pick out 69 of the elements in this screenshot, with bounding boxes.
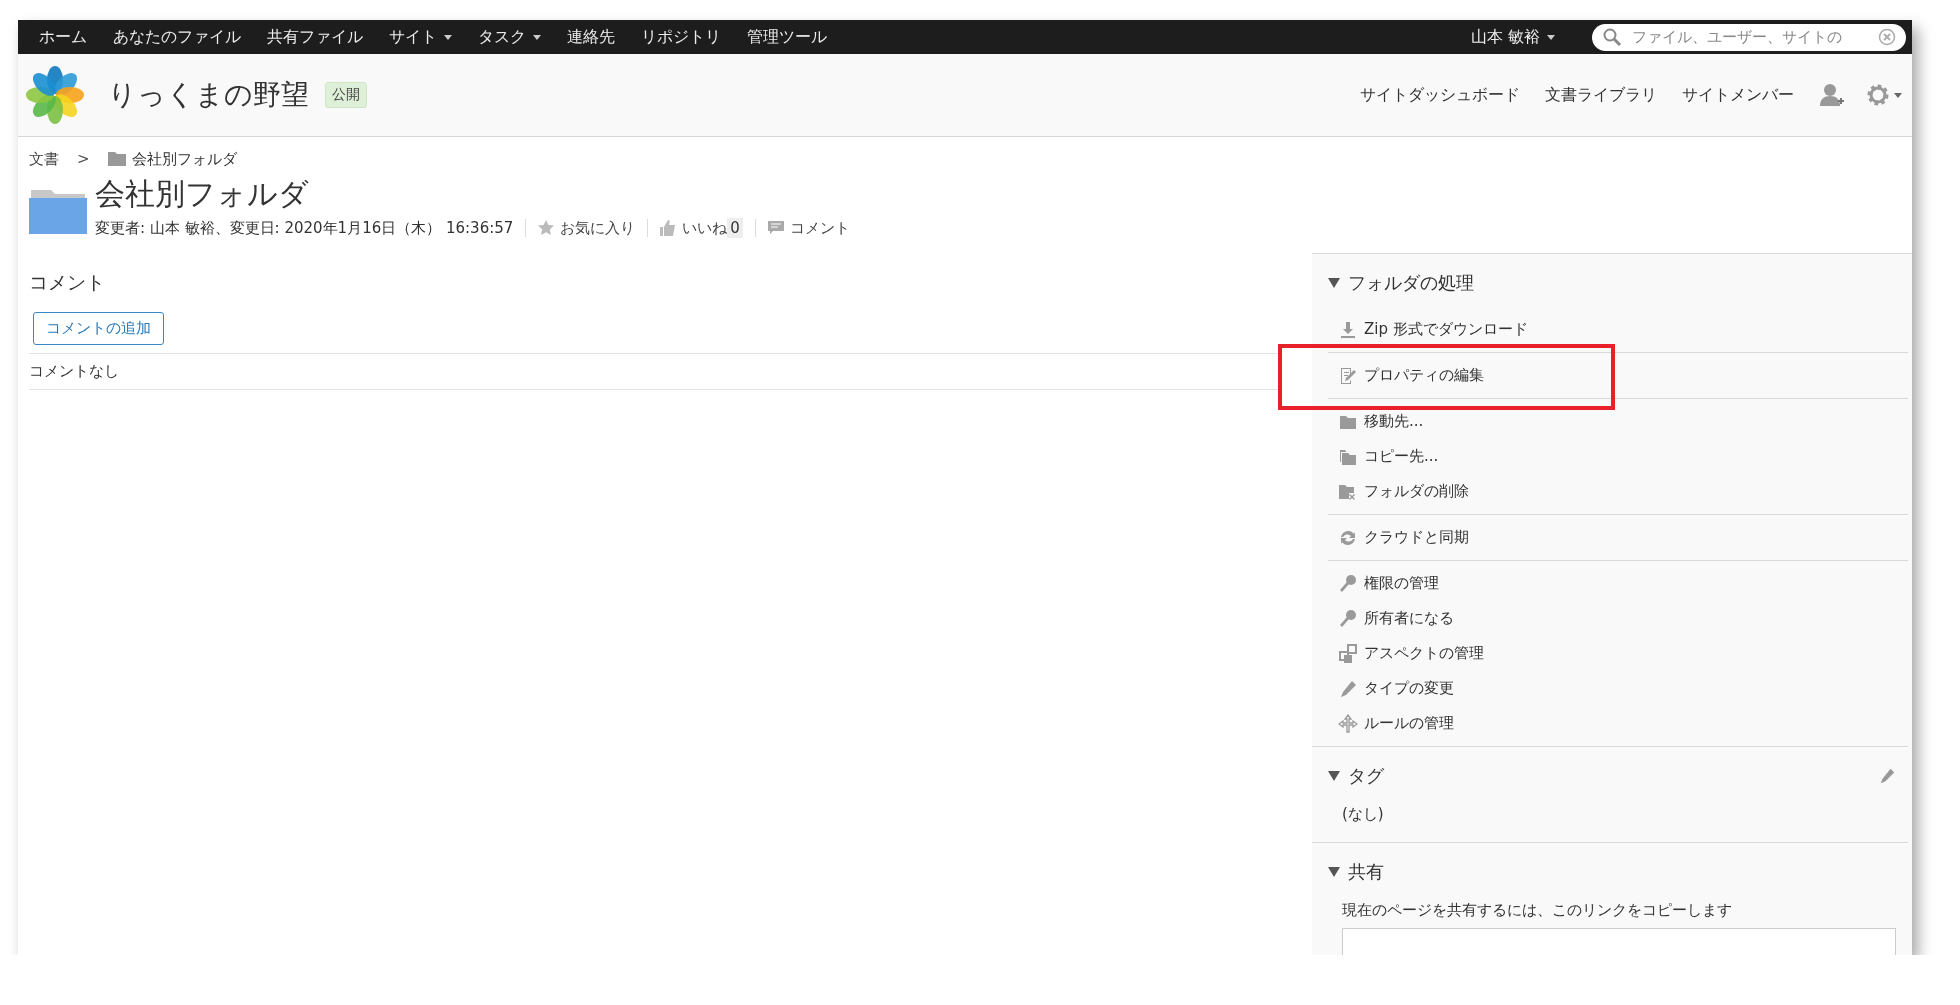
- action-link[interactable]: タイプの変更: [1328, 671, 1908, 706]
- aspects-icon: [1338, 643, 1358, 664]
- action-link[interactable]: プロパティの編集: [1328, 358, 1908, 393]
- edit-icon: [1338, 365, 1358, 386]
- caret-icon: [1894, 92, 1902, 98]
- action-link[interactable]: 権限の管理: [1328, 566, 1908, 601]
- add-comment-button[interactable]: コメントの追加: [33, 312, 164, 345]
- action-link[interactable]: 移動先...: [1328, 404, 1908, 439]
- comment-link[interactable]: コメント: [767, 218, 850, 238]
- nav-link[interactable]: 管理ツール: [734, 20, 840, 54]
- nav-link[interactable]: 共有ファイル: [254, 20, 376, 54]
- search-icon: [1602, 27, 1622, 47]
- add-user-icon[interactable]: [1819, 82, 1845, 108]
- breadcrumb-current: 会社別フォルダ: [131, 149, 237, 169]
- action-link[interactable]: ルールの管理: [1328, 706, 1908, 741]
- site-nav-link[interactable]: サイトダッシュボード: [1360, 84, 1520, 106]
- site-nav-link[interactable]: 文書ライブラリ: [1545, 84, 1657, 106]
- action-link[interactable]: クラウドと同期: [1328, 520, 1908, 555]
- search-field[interactable]: ファイル、ユーザー、サイトの: [1592, 23, 1906, 51]
- key-icon: [1338, 608, 1358, 629]
- section-header[interactable]: 共有: [1328, 843, 1908, 901]
- star-icon: [538, 220, 555, 236]
- modified-info: 変更者: 山本 敏裕、変更日: 2020年1月16日（木） 16:36:57: [95, 218, 514, 238]
- expand-triangle-icon: [1328, 867, 1340, 877]
- share-instructions: 現在のページを共有するには、このリンクをコピーします: [1342, 901, 1732, 919]
- tags-value: (なし): [1342, 805, 1384, 823]
- pencil-icon: [1338, 678, 1358, 699]
- rules-icon: [1338, 713, 1358, 734]
- caret-icon: [444, 34, 452, 40]
- site-title: りっくまの野望: [108, 77, 309, 113]
- expand-triangle-icon: [1328, 771, 1340, 781]
- settings-icon: [1865, 82, 1891, 108]
- nav-link[interactable]: リポジトリ: [628, 20, 734, 54]
- key-icon: [1338, 573, 1358, 594]
- download-icon: [1338, 319, 1358, 340]
- clear-icon[interactable]: [1878, 28, 1896, 46]
- nav-link[interactable]: ホーム: [26, 20, 100, 54]
- breadcrumb-link[interactable]: 文書: [29, 149, 59, 169]
- expand-triangle-icon: [1328, 278, 1340, 288]
- breadcrumb-separator: >: [77, 150, 90, 168]
- nav-link[interactable]: サイト: [376, 20, 465, 54]
- comment-icon: [767, 221, 784, 235]
- like-count: 0: [727, 218, 743, 238]
- action-link[interactable]: Zip 形式でダウンロード: [1328, 312, 1908, 347]
- no-comments-text: コメントなし: [29, 362, 119, 380]
- action-link[interactable]: アスペクトの管理: [1328, 636, 1908, 671]
- action-link[interactable]: コピー先...: [1328, 439, 1908, 474]
- like-link[interactable]: いいね: [660, 218, 728, 238]
- caret-icon: [1547, 34, 1555, 40]
- action-link[interactable]: 所有者になる: [1328, 601, 1908, 636]
- user-menu[interactable]: 山本 敏裕: [1457, 20, 1568, 54]
- comments-heading: コメント: [29, 270, 106, 295]
- site-nav-link[interactable]: サイトメンバー: [1682, 84, 1794, 106]
- folder-icon: [107, 152, 126, 166]
- nav-link[interactable]: あなたのファイル: [100, 20, 254, 54]
- settings-menu[interactable]: [1865, 82, 1902, 108]
- visibility-badge: 公開: [325, 82, 367, 108]
- pencil-icon[interactable]: [1878, 767, 1896, 785]
- share-link-field[interactable]: [1342, 928, 1896, 955]
- caret-icon: [533, 34, 541, 40]
- section-header[interactable]: タグ: [1328, 747, 1908, 805]
- section-header[interactable]: フォルダの処理: [1328, 254, 1908, 312]
- nav-link[interactable]: タスク: [465, 20, 554, 54]
- action-link[interactable]: フォルダの削除: [1328, 474, 1908, 509]
- nav-link[interactable]: 連絡先: [554, 20, 628, 54]
- logo-icon[interactable]: [24, 64, 86, 126]
- favorite-link[interactable]: お気に入り: [538, 218, 636, 238]
- folder-title: 会社別フォルダ: [95, 175, 310, 213]
- thumbs-up-icon: [660, 220, 677, 236]
